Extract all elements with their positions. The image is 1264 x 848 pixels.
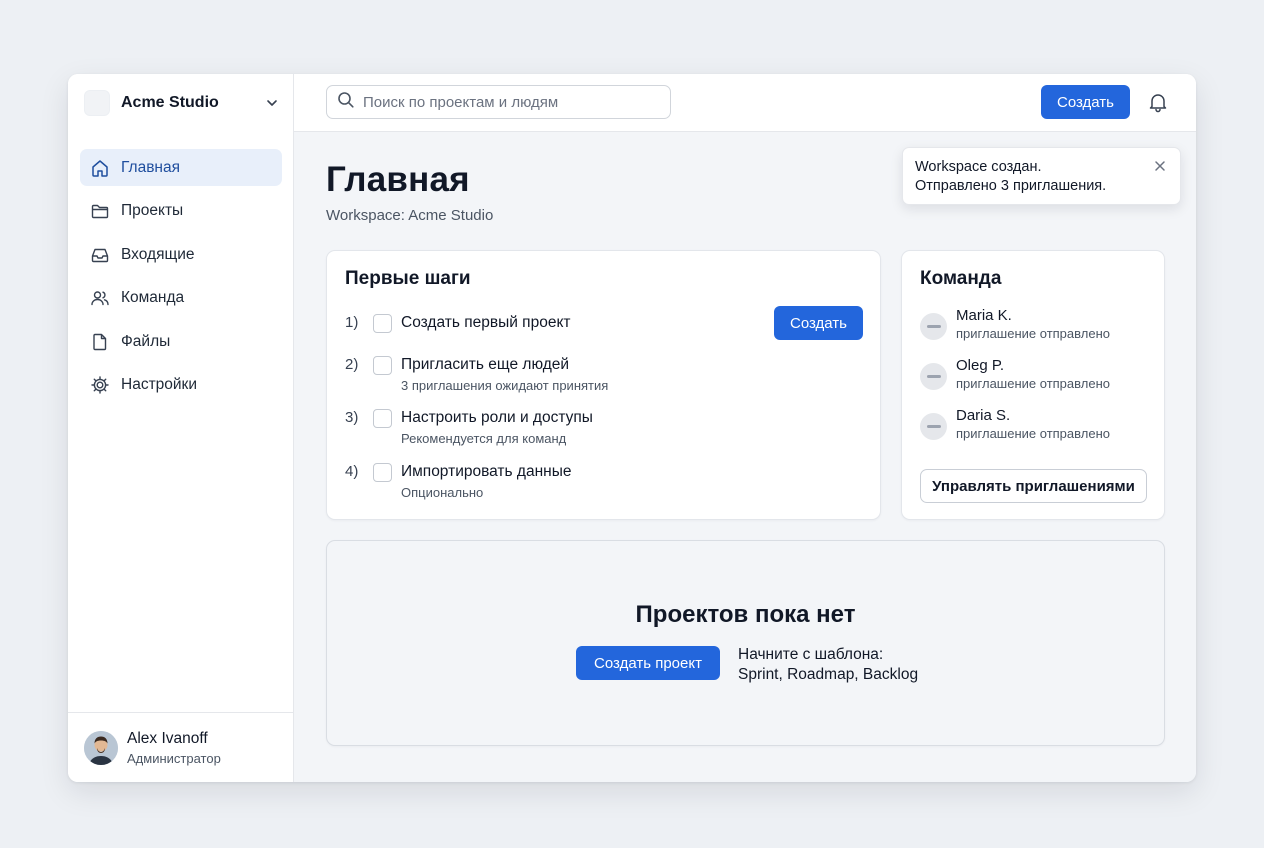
template-hint-line-2: Sprint, Roadmap, Backlog: [738, 666, 919, 683]
member-status: приглашение отправлено: [956, 376, 1110, 391]
avatar: [84, 730, 118, 765]
sidebar-item-label: Главная: [121, 158, 180, 176]
manage-invites-button[interactable]: Управлять приглашениями: [920, 469, 1147, 503]
sidebar-item-team[interactable]: Команда: [80, 280, 282, 317]
sidebar-item-label: Входящие: [121, 245, 195, 263]
sidebar-item-settings[interactable]: Настройки: [80, 367, 282, 404]
topbar: Создать: [294, 74, 1196, 132]
chevron-down-icon: [264, 95, 280, 111]
create-button[interactable]: Создать: [1041, 85, 1130, 119]
bell-icon[interactable]: [1146, 90, 1170, 114]
step-number: 2): [345, 356, 359, 373]
step-number: 1): [345, 314, 359, 331]
first-steps-card: Первые шаги 1) Создать первый проект Соз…: [326, 250, 881, 520]
page-subtitle: Workspace: Acme Studio: [326, 207, 494, 224]
sidebar-item-home[interactable]: Главная: [80, 149, 282, 186]
close-icon[interactable]: [1152, 158, 1168, 174]
sidebar-item-label: Команда: [121, 289, 185, 307]
sidebar-item-label: Файлы: [121, 332, 171, 350]
card-title: Команда: [920, 268, 1002, 289]
search-box[interactable]: [326, 85, 671, 119]
create-first-project-button[interactable]: Создать: [774, 306, 863, 340]
page-title: Главная: [326, 160, 470, 199]
search-input[interactable]: [363, 93, 663, 111]
team-member: Oleg P. приглашение отправлено: [920, 357, 1150, 397]
sidebar-item-projects[interactable]: Проекты: [80, 193, 282, 230]
folder-icon: [89, 200, 111, 222]
step-label: Импортировать данные: [401, 463, 572, 480]
user-profile[interactable]: Alex Ivanoff Администратор: [68, 712, 294, 782]
card-title: Первые шаги: [345, 268, 471, 289]
step-number: 4): [345, 463, 359, 480]
template-hint: Начните с шаблона: Sprint, Roadmap, Back…: [738, 645, 918, 685]
users-icon: [89, 287, 111, 309]
step-number: 3): [345, 409, 359, 426]
step-checkbox[interactable]: [373, 463, 392, 482]
step-label: Настроить роли и доступы: [401, 409, 593, 426]
file-icon: [89, 331, 111, 353]
empty-state-title: Проектов пока нет: [635, 601, 856, 628]
sidebar-item-inbox[interactable]: Входящие: [80, 236, 282, 273]
step-item: 3) Настроить роли и доступы Рекомендуетс…: [345, 409, 865, 449]
team-card: Команда Maria K. приглашение отправлено …: [901, 250, 1165, 520]
sidebar: Acme Studio Главная Проекты Входящие Ком…: [68, 74, 294, 782]
user-name: Alex Ivanoff: [127, 729, 208, 747]
toast-notification: Workspace создан. Отправлено 3 приглашен…: [902, 147, 1181, 205]
empty-projects-panel: Проектов пока нет Создать проект Начните…: [326, 540, 1165, 746]
step-item: 4) Импортировать данные Опционально: [345, 463, 865, 503]
team-member: Daria S. приглашение отправлено: [920, 407, 1150, 447]
sidebar-item-files[interactable]: Файлы: [80, 323, 282, 360]
user-role: Администратор: [127, 750, 221, 766]
workspace-logo: [84, 90, 110, 116]
avatar-placeholder-icon: [920, 313, 947, 340]
workspace-name: Acme Studio: [121, 94, 219, 111]
home-icon: [89, 157, 111, 179]
template-hint-line-1: Начните с шаблона:: [738, 646, 884, 663]
create-project-button[interactable]: Создать проект: [576, 646, 720, 680]
avatar-placeholder-icon: [920, 413, 947, 440]
member-status: приглашение отправлено: [956, 426, 1110, 441]
step-hint: Опционально: [401, 485, 484, 500]
step-checkbox[interactable]: [373, 356, 392, 375]
step-label: Создать первый проект: [401, 314, 571, 331]
workspace-switcher[interactable]: Acme Studio: [84, 88, 280, 118]
sidebar-item-label: Настройки: [121, 376, 198, 394]
toast-line-1: Workspace создан.: [915, 159, 1042, 175]
gear-icon: [89, 374, 111, 396]
search-icon: [337, 91, 355, 114]
avatar-placeholder-icon: [920, 363, 947, 390]
sidebar-item-label: Проекты: [121, 202, 184, 220]
step-hint: Рекомендуется для команд: [401, 431, 567, 446]
step-checkbox[interactable]: [373, 409, 392, 428]
member-name: Maria K.: [956, 307, 1012, 324]
member-status: приглашение отправлено: [956, 326, 1110, 341]
inbox-icon: [89, 244, 111, 266]
member-name: Daria S.: [956, 407, 1011, 424]
step-item: 2) Пригласить еще людей 3 приглашения ож…: [345, 356, 865, 396]
member-name: Oleg P.: [956, 357, 1005, 374]
main-content: Главная Workspace: Acme Studio Workspace…: [294, 132, 1196, 782]
sidebar-nav: Главная Проекты Входящие Команда Файлы Н…: [80, 149, 282, 411]
toast-line-2: Отправлено 3 приглашения.: [915, 178, 1107, 194]
step-checkbox[interactable]: [373, 314, 392, 333]
app-window: Acme Studio Главная Проекты Входящие Ком…: [68, 74, 1196, 782]
team-member: Maria K. приглашение отправлено: [920, 307, 1150, 347]
step-hint: 3 приглашения ожидают принятия: [401, 378, 609, 393]
step-label: Пригласить еще людей: [401, 356, 570, 373]
